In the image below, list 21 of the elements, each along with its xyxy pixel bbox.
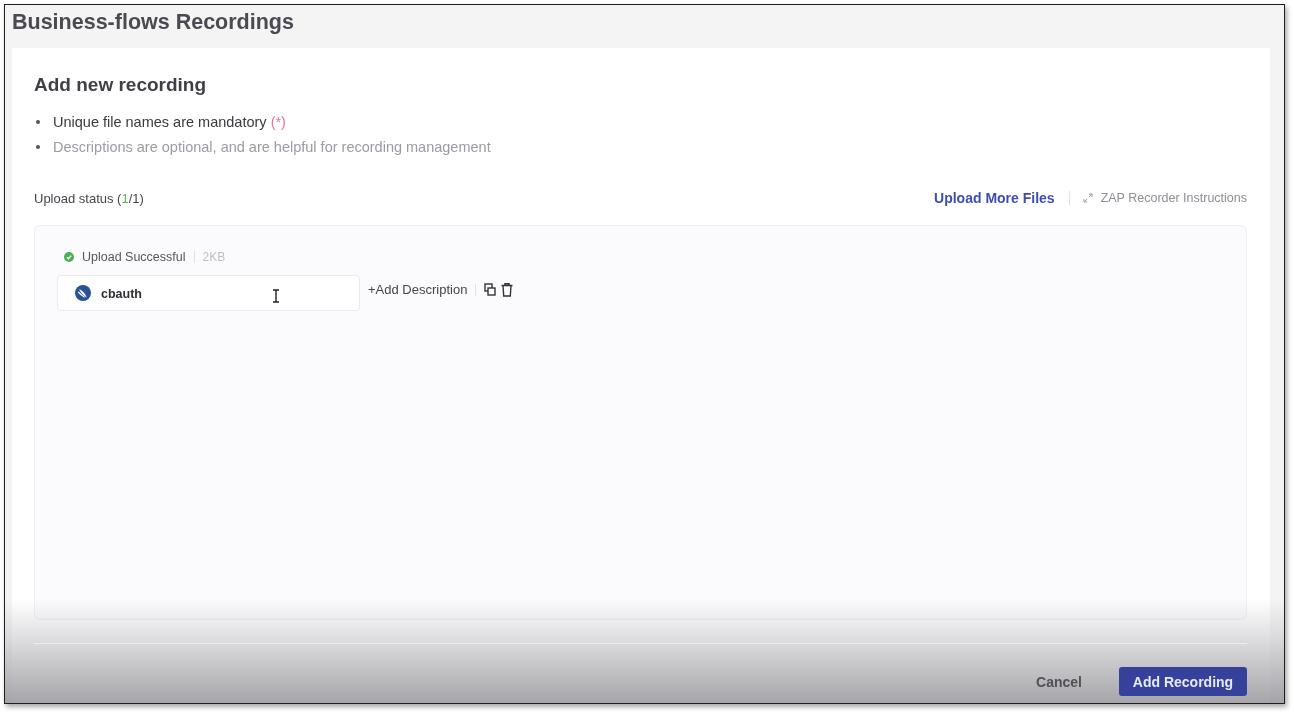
upload-more-files-link[interactable]: Upload More Files — [934, 190, 1055, 206]
upload-status-text: Upload status (1/1) — [34, 190, 144, 206]
delete-button[interactable] — [501, 282, 514, 297]
copy-icon — [484, 283, 497, 296]
upload-status-label: Upload Successful — [82, 250, 186, 264]
form-heading: Add new recording — [34, 74, 207, 96]
bullet-icon — [36, 145, 40, 149]
note-text: Descriptions are optional, and are helpful for recording management — [53, 139, 491, 155]
text-cursor-icon — [272, 289, 280, 303]
page-title: Business-flows Recordings — [12, 10, 294, 35]
expand-icon — [1082, 193, 1093, 203]
file-name-field[interactable]: cbauth — [57, 275, 360, 311]
trash-icon — [501, 282, 514, 297]
feather-logo-icon — [75, 285, 91, 301]
add-description-button[interactable]: +Add Description — [368, 282, 468, 297]
note-text: Unique file names are mandatory (*) — [53, 114, 286, 130]
add-recording-button[interactable]: Add Recording — [1119, 667, 1247, 696]
copy-button[interactable] — [484, 283, 497, 296]
bullet-icon — [36, 120, 40, 124]
cancel-button[interactable]: Cancel — [1036, 673, 1082, 690]
file-size: 2KB — [202, 250, 226, 264]
